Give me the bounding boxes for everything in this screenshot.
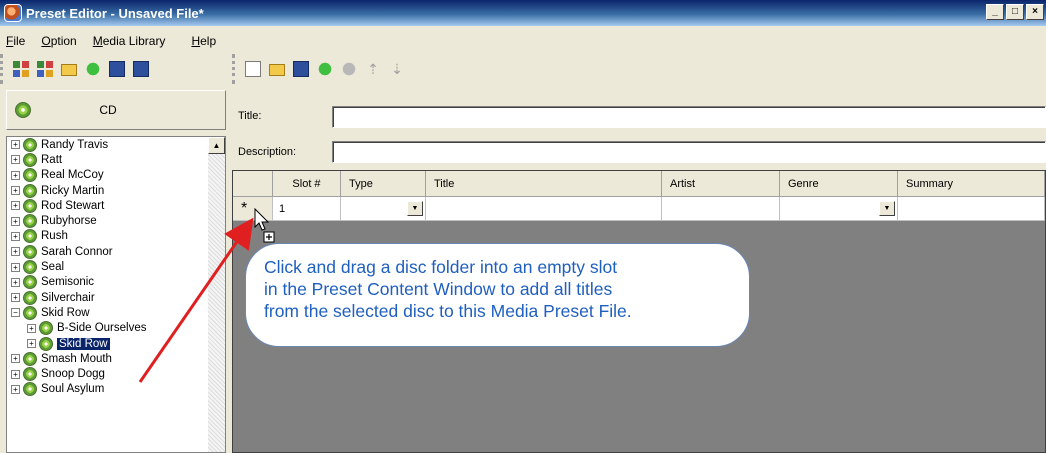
callout-line: in the Preset Content Window to add all … [264, 279, 613, 299]
callout-line: Click and drag a disc folder into an emp… [264, 257, 618, 277]
instruction-callout: Click and drag a disc folder into an emp… [245, 243, 750, 347]
callout-line: from the selected disc to this Media Pre… [264, 301, 632, 321]
annotation-arrow [138, 217, 254, 383]
